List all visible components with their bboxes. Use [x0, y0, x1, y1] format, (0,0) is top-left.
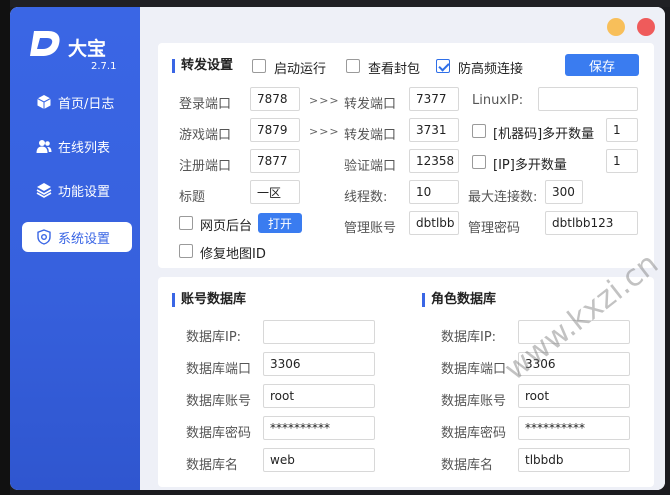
- app-logo-icon: [30, 31, 60, 56]
- cube-icon: [37, 95, 51, 109]
- sidebar-item-home-log[interactable]: 首页/日志: [22, 87, 132, 117]
- threads-label: 线程数:: [344, 190, 388, 205]
- app-version: 2.7.1: [91, 61, 117, 72]
- sidebar-item-label: 系统设置: [58, 231, 111, 247]
- title-label: 标题: [179, 190, 206, 205]
- forward-arrow: >>>: [309, 125, 340, 138]
- game-port-label: 游戏端口: [179, 128, 232, 143]
- forward-port-label: 转发端口: [344, 128, 397, 143]
- anti-frequency-checkbox[interactable]: [436, 59, 450, 73]
- account-db-port-input[interactable]: 3306: [263, 352, 375, 376]
- forward-settings-title: 转发设置: [172, 59, 233, 73]
- fix-map-checkbox[interactable]: [179, 244, 193, 258]
- auto-start-label: 启动运行: [274, 62, 327, 77]
- sidebar-item-function-settings[interactable]: 功能设置: [22, 175, 132, 205]
- account-db-title: 账号数据库: [172, 293, 246, 307]
- role-db-user-label: 数据库账号: [441, 394, 507, 409]
- machine-multi-checkbox[interactable]: [472, 124, 486, 138]
- account-db-ip-label: 数据库IP:: [186, 330, 242, 345]
- save-button[interactable]: 保存: [565, 54, 639, 76]
- account-db-ip-input[interactable]: [263, 320, 375, 344]
- role-db-ip-label: 数据库IP:: [441, 330, 497, 345]
- role-db-title: 角色数据库: [422, 293, 496, 307]
- role-db-password-input[interactable]: **********: [518, 416, 630, 440]
- layers-icon: [36, 183, 52, 198]
- open-web-backend-button[interactable]: 打开: [258, 213, 302, 233]
- machine-multi-label: [机器码]多开数量: [493, 127, 595, 142]
- web-backend-label: 网页后台: [200, 219, 253, 234]
- users-icon: [36, 140, 52, 153]
- minimize-button[interactable]: [607, 18, 625, 36]
- view-packet-label: 查看封包: [368, 62, 421, 77]
- account-db-port-label: 数据库端口: [186, 362, 252, 377]
- sidebar-item-online-list[interactable]: 在线列表: [22, 131, 132, 161]
- forward-port-1-input[interactable]: 7377: [409, 87, 459, 111]
- view-packet-checkbox[interactable]: [346, 59, 360, 73]
- sidebar: 大宝 2.7.1 首页/日志 在线列表 功能设置 系统设置: [10, 7, 140, 490]
- ip-multi-label: [IP]多开数量: [493, 158, 567, 173]
- account-db-user-label: 数据库账号: [186, 394, 252, 409]
- forward-arrow: >>>: [309, 94, 340, 107]
- role-db-user-input[interactable]: root: [518, 384, 630, 408]
- title-input[interactable]: 一区: [250, 180, 300, 204]
- threads-input[interactable]: 10: [409, 180, 459, 204]
- register-port-input[interactable]: 7877: [250, 149, 300, 173]
- fix-map-label: 修复地图ID: [200, 247, 266, 262]
- forward-port-label: 转发端口: [344, 97, 397, 112]
- verify-port-input[interactable]: 12358: [409, 149, 459, 173]
- auto-start-checkbox[interactable]: [252, 59, 266, 73]
- screen: 大宝 2.7.1 首页/日志 在线列表 功能设置 系统设置 转发设置 启动运行 …: [0, 0, 670, 495]
- admin-password-label: 管理密码: [468, 221, 521, 236]
- machine-multi-input[interactable]: 1: [606, 118, 638, 142]
- login-port-label: 登录端口: [179, 97, 232, 112]
- sidebar-item-label: 功能设置: [58, 184, 111, 200]
- background-desktop-strip: [0, 0, 10, 495]
- register-port-label: 注册端口: [179, 159, 232, 174]
- login-port-input[interactable]: 7878: [250, 87, 300, 111]
- account-db-user-input[interactable]: root: [263, 384, 375, 408]
- sidebar-item-label: 首页/日志: [58, 96, 115, 112]
- ip-multi-checkbox[interactable]: [472, 155, 486, 169]
- forward-settings-panel: 转发设置 启动运行 查看封包 防高频连接 保存 登录端口 7878 >>> 转发…: [158, 43, 654, 268]
- max-connections-label: 最大连接数:: [468, 190, 538, 205]
- role-db-name-label: 数据库名: [441, 458, 494, 473]
- sidebar-item-system-settings[interactable]: 系统设置: [22, 222, 132, 252]
- admin-account-input[interactable]: dbtlbb: [409, 211, 459, 235]
- account-db-password-label: 数据库密码: [186, 426, 252, 441]
- admin-account-label: 管理账号: [344, 221, 397, 236]
- main-content: 转发设置 启动运行 查看封包 防高频连接 保存 登录端口 7878 >>> 转发…: [140, 7, 665, 490]
- ip-multi-input[interactable]: 1: [606, 149, 638, 173]
- account-db-name-input[interactable]: web: [263, 448, 375, 472]
- account-db-name-label: 数据库名: [186, 458, 239, 473]
- account-db-password-input[interactable]: **********: [263, 416, 375, 440]
- game-port-input[interactable]: 7879: [250, 118, 300, 142]
- shield-gear-icon: [37, 229, 51, 245]
- sidebar-item-label: 在线列表: [58, 140, 111, 156]
- app-name: 大宝: [68, 38, 107, 60]
- max-connections-input[interactable]: 300: [545, 180, 583, 204]
- app-window: 大宝 2.7.1 首页/日志 在线列表 功能设置 系统设置 转发设置 启动运行 …: [10, 7, 665, 490]
- linux-ip-input[interactable]: [538, 87, 638, 111]
- verify-port-label: 验证端口: [344, 159, 397, 174]
- role-db-password-label: 数据库密码: [441, 426, 507, 441]
- role-db-name-input[interactable]: tlbbdb: [518, 448, 630, 472]
- anti-frequency-label: 防高频连接: [458, 62, 524, 77]
- web-backend-checkbox[interactable]: [179, 216, 193, 230]
- linux-ip-label: LinuxIP:: [472, 93, 524, 108]
- admin-password-input[interactable]: dbtlbb123: [545, 211, 638, 235]
- forward-port-2-input[interactable]: 3731: [409, 118, 459, 142]
- close-button[interactable]: [637, 18, 655, 36]
- role-db-port-label: 数据库端口: [441, 362, 507, 377]
- background-title-area: [10, 0, 670, 7]
